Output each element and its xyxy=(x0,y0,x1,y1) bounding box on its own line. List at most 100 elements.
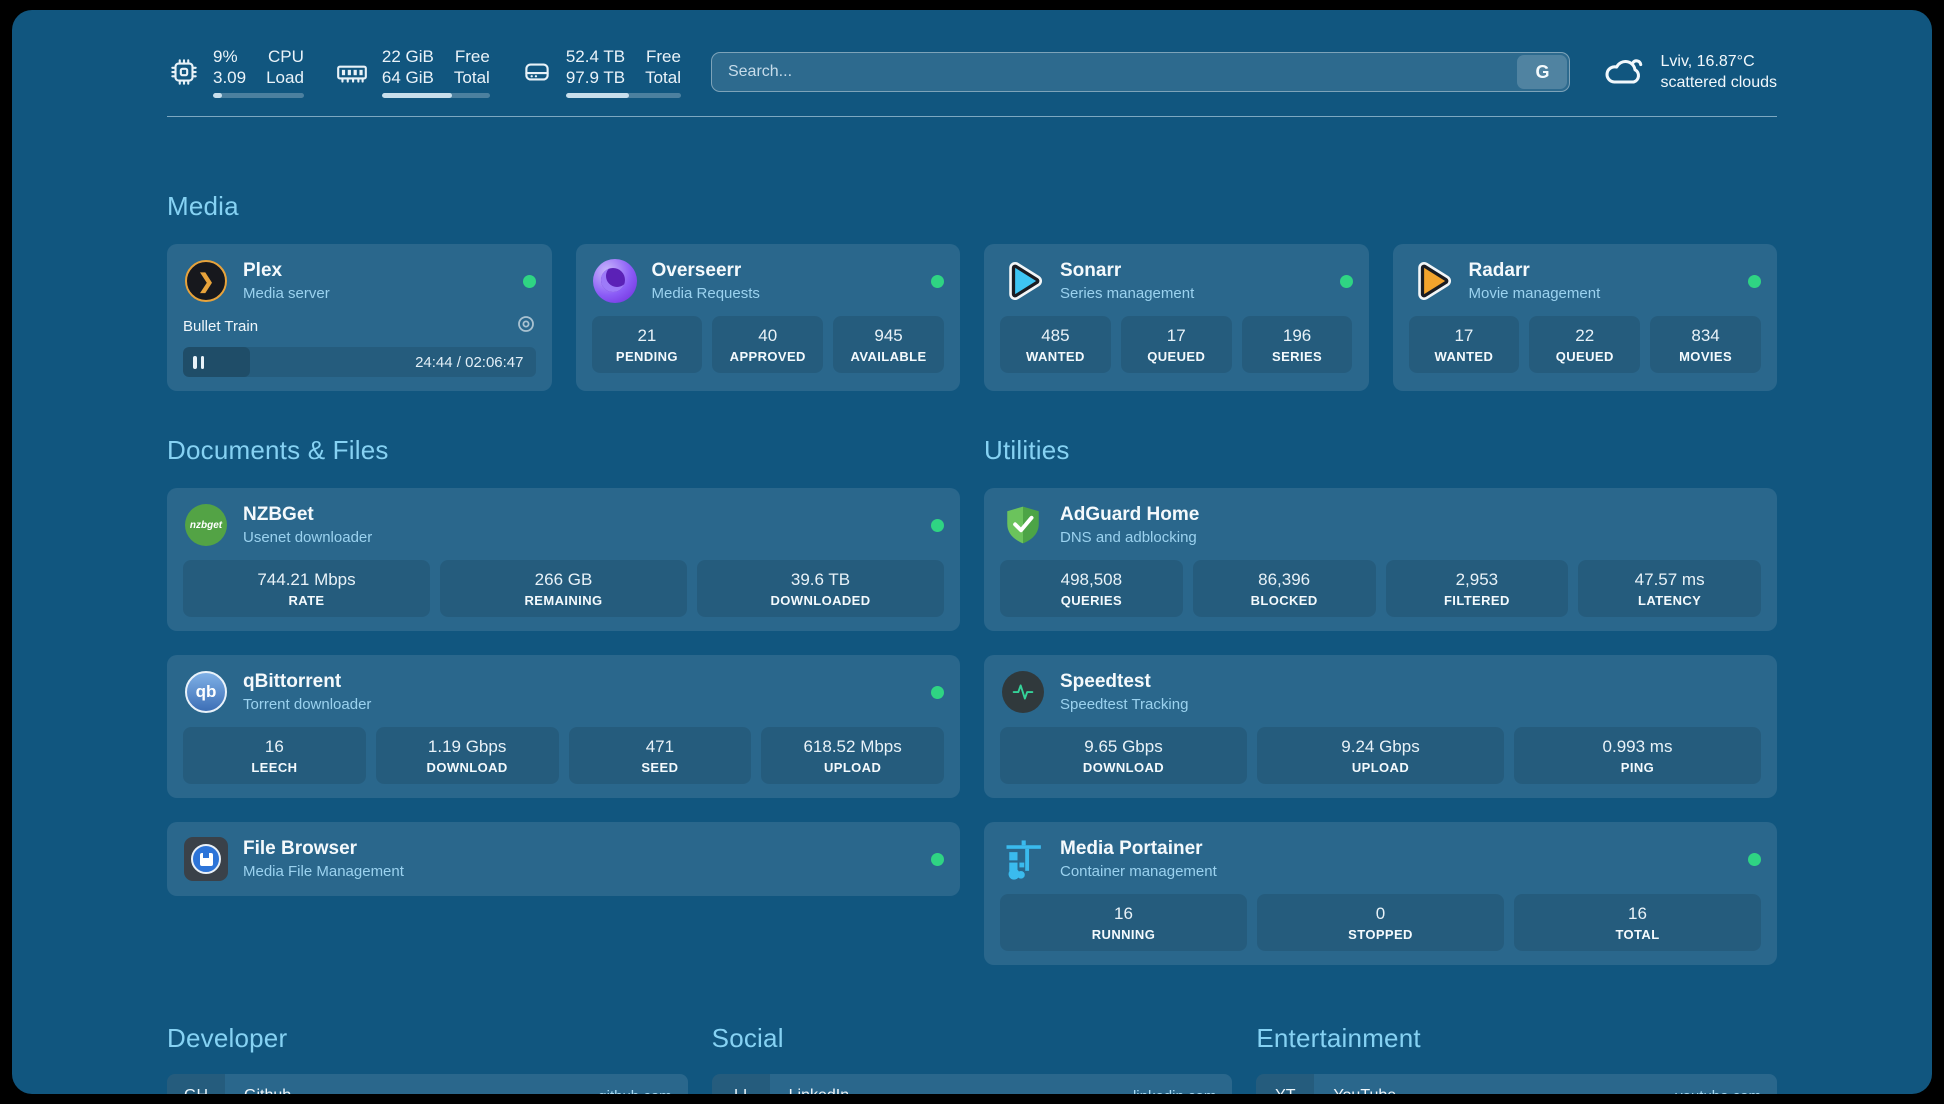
bookmarks-entertainment: Entertainment YT YouTube youtube.com NF … xyxy=(1256,1023,1777,1094)
qbittorrent-icon: qb xyxy=(183,669,229,715)
stat-available: 945 AVAILABLE xyxy=(833,316,944,373)
pause-button[interactable] xyxy=(193,356,204,369)
top-bar: 9% 3.09 CPU Load xyxy=(167,44,1777,100)
section-title-utilities: Utilities xyxy=(984,435,1777,466)
speedtest-icon xyxy=(1000,669,1046,715)
bookmark-abbr: GH xyxy=(167,1074,225,1094)
disk-widget: 52.4 TB 97.9 TB Free Total xyxy=(520,46,681,98)
section-title-entertainment: Entertainment xyxy=(1256,1023,1777,1054)
card-plex[interactable]: ❯ Plex Media server Bullet Train xyxy=(167,244,552,391)
now-playing-settings-icon[interactable] xyxy=(516,314,536,339)
section-title-documents: Documents & Files xyxy=(167,435,960,466)
stat-upload: 618.52 Mbps UPLOAD xyxy=(761,727,944,784)
sonarr-icon xyxy=(1000,258,1046,304)
card-filebrowser[interactable]: File Browser Media File Management xyxy=(167,822,960,896)
overseerr-icon xyxy=(592,258,638,304)
stat-latency: 47.57 ms LATENCY xyxy=(1578,560,1761,617)
cpu-widget: 9% 3.09 CPU Load xyxy=(167,46,304,98)
card-portainer[interactable]: Media Portainer Container management 16 … xyxy=(984,822,1777,965)
cpu-values: 9% 3.09 xyxy=(213,46,246,88)
bookmarks-developer: Developer GH Github github.com SO StackO… xyxy=(167,1023,688,1094)
card-subtitle: Series management xyxy=(1060,284,1194,304)
card-speedtest[interactable]: Speedtest Speedtest Tracking 9.65 Gbps D… xyxy=(984,655,1777,798)
memory-widget: 22 GiB 64 GiB Free Total xyxy=(334,46,490,98)
section-title-media: Media xyxy=(167,191,1777,222)
stat-wanted: 17 WANTED xyxy=(1409,316,1520,373)
stat-leech: 16 LEECH xyxy=(183,727,366,784)
disk-values: 52.4 TB 97.9 TB xyxy=(566,46,625,88)
bookmark-abbr: YT xyxy=(1256,1074,1314,1094)
status-dot xyxy=(523,275,536,288)
card-sonarr[interactable]: Sonarr Series management 485 WANTED 17 Q… xyxy=(984,244,1369,391)
stat-download: 9.65 Gbps DOWNLOAD xyxy=(1000,727,1247,784)
dashboard: 9% 3.09 CPU Load xyxy=(12,10,1932,1094)
status-dot xyxy=(931,686,944,699)
stat-blocked: 86,396 BLOCKED xyxy=(1193,560,1376,617)
card-nzbget[interactable]: nzbget NZBGet Usenet downloader 744.21 M… xyxy=(167,488,960,631)
card-adguard[interactable]: AdGuard Home DNS and adblocking 498,508 … xyxy=(984,488,1777,631)
card-title: Plex xyxy=(243,259,330,283)
card-subtitle: Usenet downloader xyxy=(243,528,372,548)
disk-icon xyxy=(520,55,554,89)
memory-labels: Free Total xyxy=(454,46,490,88)
card-overseerr[interactable]: Overseerr Media Requests 21 PENDING 40 A… xyxy=(576,244,961,391)
stat-wanted: 485 WANTED xyxy=(1000,316,1111,373)
topbar-divider xyxy=(167,116,1777,117)
memory-icon xyxy=(334,55,370,89)
search-input[interactable] xyxy=(711,52,1571,92)
documents-column: Documents & Files nzbget NZBGet Usenet d… xyxy=(167,435,960,965)
cloud-icon xyxy=(1600,50,1646,95)
bookmark-name: LinkedIn xyxy=(770,1074,850,1094)
card-subtitle: Speedtest Tracking xyxy=(1060,695,1188,715)
weather-location-temp: Lviv, 16.87°C xyxy=(1660,51,1777,72)
section-title-social: Social xyxy=(712,1023,1233,1054)
card-title: AdGuard Home xyxy=(1060,503,1199,527)
card-qbittorrent[interactable]: qb qBittorrent Torrent downloader 16 LEE… xyxy=(167,655,960,798)
plex-icon: ❯ xyxy=(183,258,229,304)
weather-widget[interactable]: Lviv, 16.87°C scattered clouds xyxy=(1600,50,1777,95)
status-dot xyxy=(1748,853,1761,866)
portainer-icon xyxy=(1000,836,1046,882)
card-title: Speedtest xyxy=(1060,670,1188,694)
card-title: Radarr xyxy=(1469,259,1601,283)
stat-queued: 17 QUEUED xyxy=(1121,316,1232,373)
card-subtitle: Media server xyxy=(243,284,330,304)
stat-total: 16 TOTAL xyxy=(1514,894,1761,951)
bookmark-domain: linkedin.com xyxy=(1133,1074,1232,1094)
memory-values: 22 GiB 64 GiB xyxy=(382,46,434,88)
stat-rate: 744.21 Mbps RATE xyxy=(183,560,430,617)
card-title: Overseerr xyxy=(652,259,760,283)
card-title: NZBGet xyxy=(243,503,372,527)
stat-pending: 21 PENDING xyxy=(592,316,703,373)
disk-labels: Free Total xyxy=(645,46,681,88)
search-bar: G xyxy=(711,52,1571,92)
status-dot xyxy=(931,853,944,866)
card-radarr[interactable]: Radarr Movie management 17 WANTED 22 QUE… xyxy=(1393,244,1778,391)
stat-queued: 22 QUEUED xyxy=(1529,316,1640,373)
card-title: Media Portainer xyxy=(1060,837,1217,861)
cpu-icon xyxy=(167,55,201,89)
card-title: qBittorrent xyxy=(243,670,371,694)
stat-downloaded: 39.6 TB DOWNLOADED xyxy=(697,560,944,617)
bookmark-domain: youtube.com xyxy=(1675,1074,1777,1094)
radarr-icon xyxy=(1409,258,1455,304)
cpu-labels: CPU Load xyxy=(266,46,304,88)
stat-stopped: 0 STOPPED xyxy=(1257,894,1504,951)
card-subtitle: Container management xyxy=(1060,862,1217,882)
utilities-column: Utilities xyxy=(984,435,1777,965)
bookmark-github[interactable]: GH Github github.com xyxy=(167,1074,688,1094)
card-subtitle: Movie management xyxy=(1469,284,1601,304)
disk-progress-bar xyxy=(566,93,681,98)
stat-approved: 40 APPROVED xyxy=(712,316,823,373)
cpu-progress-bar xyxy=(213,93,304,98)
bookmark-youtube[interactable]: YT YouTube youtube.com xyxy=(1256,1074,1777,1094)
stat-remaining: 266 GB REMAINING xyxy=(440,560,687,617)
search-provider-button[interactable]: G xyxy=(1517,55,1567,89)
bookmark-linkedin[interactable]: LI LinkedIn linkedin.com xyxy=(712,1074,1233,1094)
stat-upload: 9.24 Gbps UPLOAD xyxy=(1257,727,1504,784)
stat-download: 1.19 Gbps DOWNLOAD xyxy=(376,727,559,784)
playback-bar: 24:44 / 02:06:47 xyxy=(183,347,536,377)
card-subtitle: Media File Management xyxy=(243,862,404,882)
filebrowser-icon xyxy=(183,836,229,882)
stat-running: 16 RUNNING xyxy=(1000,894,1247,951)
